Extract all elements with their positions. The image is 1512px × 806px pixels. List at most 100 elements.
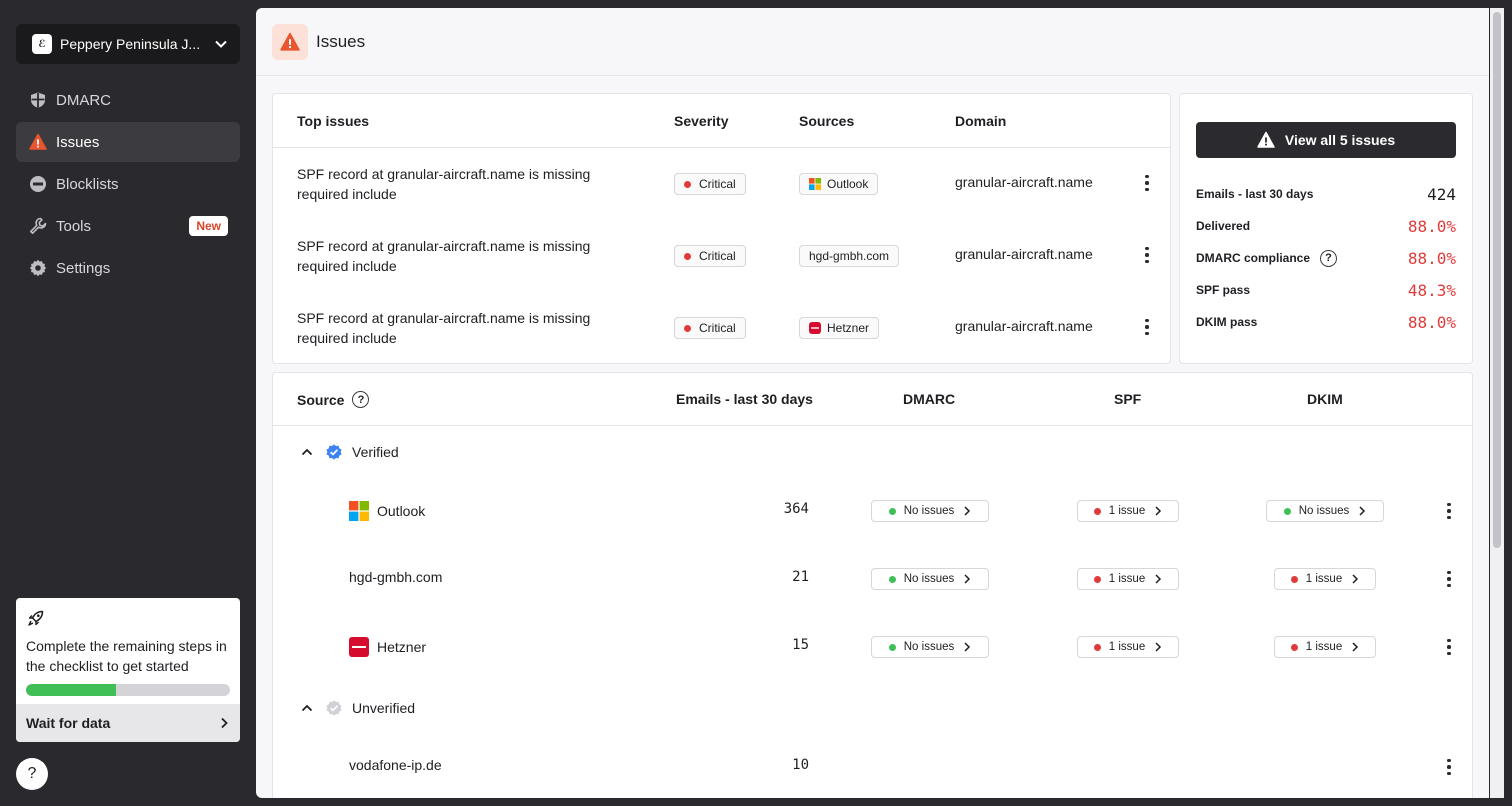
spf-status-pill[interactable]: 1 issue	[1077, 636, 1179, 658]
ok-dot	[1283, 507, 1291, 515]
checklist-progress-bar	[26, 684, 230, 696]
issue-title: SPF record at granular-aircraft.name is …	[297, 238, 591, 274]
critical-dot	[1290, 575, 1298, 583]
severity-label: Critical	[699, 177, 736, 191]
sidebar-item-settings[interactable]: Settings	[16, 248, 240, 288]
page-header: Issues	[256, 8, 1489, 76]
more-options-icon[interactable]	[1441, 756, 1457, 778]
gear-icon	[28, 258, 48, 278]
chevron-right-icon	[964, 506, 971, 516]
blocklist-icon	[28, 174, 48, 194]
stat-dmarc-compliance: DMARC compliance? 88.0%	[1196, 246, 1456, 270]
column-header-dkim: DKIM	[1307, 391, 1343, 407]
sidebar-item-label: DMARC	[56, 91, 111, 109]
critical-dot	[1093, 507, 1101, 515]
critical-dot	[1093, 643, 1101, 651]
sidebar-item-tools[interactable]: Tools New	[16, 206, 240, 246]
more-options-icon[interactable]	[1139, 172, 1155, 194]
issue-row[interactable]: SPF record at granular-aircraft.name is …	[273, 236, 1170, 308]
column-header-sources: Sources	[799, 113, 855, 129]
issue-domain: granular-aircraft.name	[955, 174, 1093, 190]
source-name-label: Outlook	[377, 503, 426, 519]
sidebar-nav: DMARC Issues Blocklists Tools New Settin…	[16, 80, 240, 290]
severity-label: Critical	[699, 249, 736, 263]
main-panel: Issues Top issues Severity Sources Domai…	[256, 8, 1489, 798]
source-badge: Hetzner	[799, 317, 880, 339]
dmarc-status-pill[interactable]: No issues	[871, 636, 989, 658]
stat-value: 88.0%	[1407, 216, 1456, 236]
source-name: Hetzner	[349, 637, 426, 657]
sidebar-item-issues[interactable]: Issues	[16, 122, 240, 162]
stat-label: SPF pass	[1196, 283, 1251, 297]
severity-badge: Critical	[674, 317, 746, 339]
view-all-label: View all 5 issues	[1284, 132, 1396, 148]
critical-dot	[684, 180, 691, 188]
group-label: Unverified	[352, 700, 416, 716]
source-row[interactable]: Outlook 364 No issues 1 issue No issues	[273, 491, 1472, 531]
group-label: Verified	[352, 444, 399, 460]
more-options-icon[interactable]	[1441, 500, 1457, 522]
divider	[273, 425, 1472, 426]
email-count: 364	[783, 501, 809, 517]
chevron-right-icon	[1352, 642, 1359, 652]
sidebar-item-label: Blocklists	[56, 175, 119, 193]
help-button[interactable]: ?	[16, 758, 48, 790]
source-label: Hetzner	[827, 321, 870, 335]
issue-title: SPF record at granular-aircraft.name is …	[297, 166, 591, 202]
dkim-status-pill[interactable]: No issues	[1266, 500, 1384, 522]
severity-label: Critical	[699, 321, 736, 335]
pill-label: No issues	[903, 505, 955, 517]
email-count: 15	[792, 637, 809, 653]
scrollbar-thumb[interactable]	[1493, 12, 1501, 548]
sidebar-item-label: Tools	[56, 217, 92, 235]
sidebar: ℰ Peppery Peninsula J... DMARC Issues Bl…	[0, 0, 256, 806]
more-options-icon[interactable]	[1441, 636, 1457, 658]
more-options-icon[interactable]	[1139, 316, 1155, 338]
pill-label: 1 issue	[1108, 573, 1146, 585]
more-options-icon[interactable]	[1139, 244, 1155, 266]
group-verified[interactable]: Verified	[273, 432, 1472, 472]
column-header-dmarc: DMARC	[903, 391, 956, 407]
shield-icon	[28, 90, 48, 110]
issue-row[interactable]: SPF record at granular-aircraft.name is …	[273, 164, 1170, 236]
source-label: hgd-gmbh.com	[809, 249, 890, 263]
sidebar-item-label: Settings	[56, 259, 111, 277]
dkim-status-pill[interactable]: 1 issue	[1274, 636, 1376, 658]
source-row[interactable]: Hetzner 15 No issues 1 issue 1 issue	[273, 627, 1472, 667]
wait-for-data-button[interactable]: Wait for data	[16, 704, 240, 742]
view-all-issues-button[interactable]: View all 5 issues	[1196, 122, 1456, 158]
chevron-down-icon	[215, 40, 227, 48]
spf-status-pill[interactable]: 1 issue	[1077, 500, 1179, 522]
wrench-icon	[28, 216, 48, 236]
page-title: Issues	[316, 31, 366, 51]
org-switcher[interactable]: ℰ Peppery Peninsula J...	[16, 24, 240, 64]
chevron-right-icon	[1155, 642, 1162, 652]
vertical-scrollbar[interactable]	[1490, 8, 1504, 798]
dmarc-status-pill[interactable]: No issues	[871, 568, 989, 590]
issue-row[interactable]: SPF record at granular-aircraft.name is …	[273, 308, 1170, 380]
chevron-right-icon	[964, 642, 971, 652]
stat-delivered: Delivered 88.0%	[1196, 214, 1456, 238]
help-icon[interactable]: ?	[1320, 249, 1338, 267]
sidebar-item-dmarc[interactable]: DMARC	[16, 80, 240, 120]
divider	[273, 147, 1170, 148]
spf-status-pill[interactable]: 1 issue	[1077, 568, 1179, 590]
source-row[interactable]: hgd-gmbh.com 21 No issues 1 issue 1 issu…	[273, 559, 1472, 599]
more-options-icon[interactable]	[1441, 568, 1457, 590]
warning-icon	[1257, 131, 1275, 148]
dmarc-status-pill[interactable]: No issues	[871, 500, 989, 522]
org-name: Peppery Peninsula J...	[60, 36, 201, 52]
group-unverified[interactable]: Unverified	[273, 688, 1472, 728]
dkim-status-pill[interactable]: 1 issue	[1274, 568, 1376, 590]
sidebar-item-blocklists[interactable]: Blocklists	[16, 164, 240, 204]
help-icon[interactable]: ?	[352, 391, 370, 408]
chevron-up-icon	[301, 448, 313, 456]
source-row[interactable]: vodafone-ip.de 10	[273, 747, 1472, 787]
top-issues-card: Top issues Severity Sources Domain SPF r…	[272, 93, 1171, 364]
stat-label: Emails - last 30 days	[1196, 187, 1314, 201]
stat-emails: Emails - last 30 days 424	[1196, 182, 1456, 206]
warning-icon	[272, 23, 308, 60]
pill-label: 1 issue	[1305, 641, 1343, 653]
unverified-badge-icon	[326, 700, 342, 716]
source-name: vodafone-ip.de	[349, 757, 442, 773]
